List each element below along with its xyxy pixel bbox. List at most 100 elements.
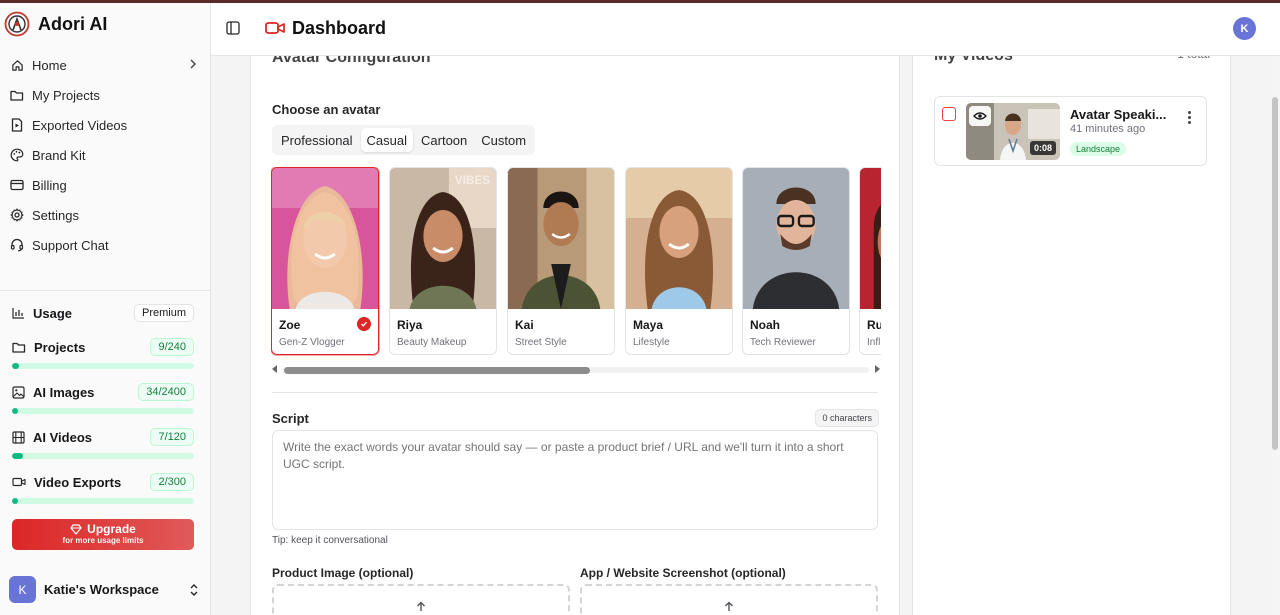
- meter-count: 7/120: [150, 428, 194, 446]
- avatar-configuration-panel: Avatar Configuration Choose an avatar Pr…: [250, 40, 900, 615]
- sidebar-item-my-projects[interactable]: My Projects: [0, 80, 210, 110]
- sidebar-item-label: Support Chat: [32, 237, 109, 253]
- avatar-category-tabs: Professional Casual Cartoon Custom: [272, 125, 536, 155]
- meter-track: [12, 453, 194, 459]
- avatar-name: Riya: [397, 318, 423, 332]
- tab-cartoon[interactable]: Cartoon: [415, 128, 473, 152]
- avatar-name: Kai: [515, 318, 534, 332]
- page-title: Dashboard: [292, 18, 387, 38]
- chevron-right-icon: [190, 59, 196, 69]
- more-options-icon[interactable]: [1188, 111, 1192, 126]
- avatar-card-noah[interactable]: Noah Tech Reviewer: [742, 167, 850, 355]
- sidebar-item-label: Exported Videos: [32, 117, 128, 133]
- choose-avatar-label: Choose an avatar: [272, 102, 381, 117]
- avatar-carousel: Zoe Gen-Z Vlogger VIBES Riya Beauty Make…: [271, 167, 881, 357]
- film-icon: [12, 430, 25, 444]
- sidebar-item-billing[interactable]: Billing: [0, 170, 210, 200]
- avatar-photo: [860, 168, 881, 309]
- tab-professional[interactable]: Professional: [275, 128, 359, 152]
- scroll-right-arrow-icon[interactable]: [875, 365, 880, 373]
- brand[interactable]: Adori AI: [4, 11, 107, 37]
- workspace-name: Katie's Workspace: [44, 582, 159, 597]
- sidebar-divider: [0, 290, 210, 291]
- avatar-carousel-scrollbar[interactable]: [271, 363, 881, 375]
- scroll-left-arrow-icon[interactable]: [272, 365, 277, 373]
- avatar-name: Zoe: [279, 318, 301, 332]
- avatar-card-riya[interactable]: VIBES Riya Beauty Makeup: [389, 167, 497, 355]
- user-avatar[interactable]: K: [1233, 17, 1256, 40]
- avatar-card-maya[interactable]: Maya Lifestyle: [625, 167, 733, 355]
- headset-icon: [10, 238, 24, 252]
- meter-label: Video Exports: [12, 475, 121, 490]
- avatar-photo: VIBES: [390, 168, 496, 309]
- screenshot-dropzone[interactable]: [580, 584, 878, 615]
- avatar-photo: [743, 168, 849, 309]
- sidebar-toggle-icon[interactable]: [226, 21, 240, 35]
- meter-count: 2/300: [150, 473, 194, 491]
- tab-custom[interactable]: Custom: [475, 128, 532, 152]
- meter-fill: [12, 363, 19, 369]
- script-textarea[interactable]: [272, 430, 878, 530]
- usage-title-text: Usage: [33, 305, 73, 321]
- upgrade-sublabel: for more usage limits: [62, 536, 144, 545]
- meter-label-text: Projects: [34, 339, 86, 355]
- meter-count: 9/240: [150, 338, 194, 356]
- page-scrollbar[interactable]: [1270, 56, 1280, 615]
- avatar-name: Ru: [867, 318, 881, 332]
- avatar-role: Gen-Z Vlogger: [279, 337, 345, 348]
- scroll-thumb[interactable]: [284, 367, 590, 374]
- upgrade-button[interactable]: Upgrade for more usage limits: [12, 519, 194, 550]
- selected-check-icon: [357, 317, 371, 331]
- section-divider: [272, 392, 878, 393]
- page-scroll-thumb[interactable]: [1272, 97, 1278, 450]
- video-duration: 0:08: [1029, 141, 1056, 155]
- video-card[interactable]: 0:08 Avatar Speaki... 41 minutes ago Lan…: [934, 96, 1207, 166]
- video-select-checkbox[interactable]: [942, 107, 956, 121]
- avatar-card-zoe[interactable]: Zoe Gen-Z Vlogger: [271, 167, 379, 355]
- product-image-dropzone[interactable]: [272, 584, 570, 615]
- avatar-photo: [626, 168, 732, 309]
- svg-text:VIBES: VIBES: [455, 173, 490, 187]
- meter-label: AI Images: [12, 385, 94, 400]
- video-camera-icon: [12, 477, 26, 487]
- sidebar-item-support-chat[interactable]: Support Chat: [0, 230, 210, 260]
- meter-label-text: AI Videos: [33, 429, 93, 445]
- tab-casual[interactable]: Casual: [360, 128, 414, 152]
- avatar-role: Lifestyle: [633, 337, 670, 348]
- avatar-photo: [508, 168, 614, 309]
- usage-meter-ai-images: AI Images 34/2400: [12, 383, 194, 414]
- sidebar-item-settings[interactable]: Settings: [0, 200, 210, 230]
- meter-count: 34/2400: [138, 383, 194, 401]
- meter-track: [12, 363, 194, 369]
- eye-icon[interactable]: [969, 106, 991, 126]
- play-file-icon: [10, 118, 24, 132]
- sidebar-item-exported-videos[interactable]: Exported Videos: [0, 110, 210, 140]
- video-timestamp: 41 minutes ago: [1070, 123, 1146, 135]
- plan-badge: Premium: [133, 304, 194, 322]
- avatar-photo: [272, 168, 378, 309]
- home-icon: [10, 58, 24, 72]
- screenshot-label: App / Website Screenshot (optional): [580, 566, 786, 580]
- video-title[interactable]: Avatar Speaki...: [1070, 107, 1166, 122]
- meter-label: Projects: [12, 340, 85, 355]
- usage-title: Usage: [12, 306, 72, 321]
- avatar-card-kai[interactable]: Kai Street Style: [507, 167, 615, 355]
- palette-icon: [10, 148, 24, 162]
- sidebar-item-home[interactable]: Home: [0, 50, 210, 80]
- usage-meter-video-exports: Video Exports 2/300: [12, 473, 194, 504]
- character-count-badge: 0 characters: [815, 409, 879, 427]
- sidebar-item-label: Billing: [32, 177, 67, 193]
- workspace-switcher[interactable]: K Katie's Workspace: [9, 576, 199, 603]
- video-orientation-badge: Landscape: [1070, 142, 1127, 156]
- avatar-role: Beauty Makeup: [397, 337, 467, 348]
- sidebar-item-label: My Projects: [32, 87, 100, 103]
- video-thumbnail[interactable]: 0:08: [966, 103, 1060, 160]
- upgrade-label: Upgrade: [87, 522, 136, 536]
- meter-label: AI Videos: [12, 430, 92, 445]
- meter-track: [12, 408, 194, 414]
- sidebar-item-brand-kit[interactable]: Brand Kit: [0, 140, 210, 170]
- avatar-card-ru[interactable]: Ru Influ: [859, 167, 881, 355]
- usage-meter-projects: Projects 9/240: [12, 338, 194, 369]
- meter-fill: [12, 498, 18, 504]
- upload-icon: [417, 601, 425, 611]
